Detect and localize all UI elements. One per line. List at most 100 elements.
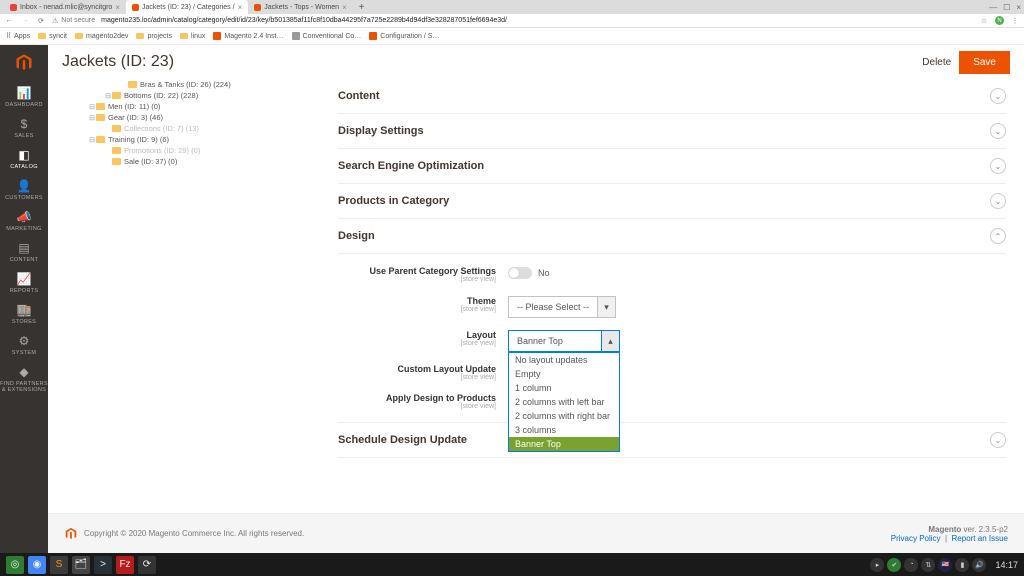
sidebar-item-stores[interactable]: 🏬STORES xyxy=(0,298,48,329)
tray-network-icon[interactable]: ⇅ xyxy=(921,558,935,572)
browser-tab-gmail[interactable]: Inbox - nenad.mlic@syncitgro × xyxy=(4,0,126,14)
tree-node[interactable]: Bras & Tanks (ID: 26) (224) xyxy=(64,79,304,90)
expand-icon[interactable]: ⌄ xyxy=(990,193,1006,209)
bookmark-folder[interactable]: magento2dev xyxy=(75,33,128,40)
save-button[interactable]: Save xyxy=(959,51,1010,74)
tree-expander-icon[interactable]: ⊟ xyxy=(104,92,112,100)
tray-icon[interactable]: ▸ xyxy=(870,558,884,572)
sidebar-item-catalog[interactable]: ◧CATALOG xyxy=(0,143,48,174)
tree-node[interactable]: ⊟Training (ID: 9) (6) xyxy=(64,134,304,145)
tray-notify-icon[interactable]: ◔ xyxy=(904,558,918,572)
use-parent-toggle[interactable]: No xyxy=(508,267,550,279)
sidebar-item-dashboard[interactable]: 📊DASHBOARD xyxy=(0,81,48,112)
expand-icon[interactable]: ⌄ xyxy=(990,88,1006,104)
close-icon[interactable]: × xyxy=(238,3,243,12)
sidebar-item-reports[interactable]: 📈REPORTS xyxy=(0,267,48,298)
launcher-chrome[interactable]: ◉ xyxy=(28,556,46,574)
close-icon[interactable]: × xyxy=(342,3,347,12)
bookmark-link[interactable]: Magento 2.4 Inst… xyxy=(213,32,283,40)
minimize-icon[interactable]: — xyxy=(989,3,997,12)
section-content[interactable]: Content ⌄ xyxy=(338,79,1006,114)
browser-tab-strip: Inbox - nenad.mlic@syncitgro × Jackets (… xyxy=(0,0,1024,14)
taskbar-clock[interactable]: 14:17 xyxy=(995,560,1018,570)
layout-option[interactable]: 1 column xyxy=(509,381,619,395)
tree-expander-icon[interactable]: ⊟ xyxy=(88,136,96,144)
tray-battery-icon[interactable]: ▮ xyxy=(955,558,969,572)
tray-shield-icon[interactable]: ✔ xyxy=(887,558,901,572)
bookmark-link[interactable]: Configuration / S… xyxy=(369,32,439,40)
category-tree[interactable]: Bras & Tanks (ID: 26) (224)⊟Bottoms (ID:… xyxy=(64,79,304,167)
launcher-filezilla[interactable]: Fz xyxy=(116,556,134,574)
bookmark-link[interactable]: Conventional Co… xyxy=(292,32,362,40)
report-issue-link[interactable]: Report an Issue xyxy=(952,534,1008,543)
browser-tab-store[interactable]: Jackets - Tops - Women × xyxy=(248,0,353,14)
section-schedule-design-update[interactable]: Schedule Design Update ⌄ xyxy=(338,422,1006,458)
layout-option[interactable]: No layout updates xyxy=(509,353,619,367)
tree-expander-icon[interactable]: ⊟ xyxy=(88,114,96,122)
collapse-icon[interactable]: ⌃ xyxy=(990,228,1006,244)
tree-node[interactable]: Collections (ID: 7) (13) xyxy=(64,123,304,134)
sidebar-item-system[interactable]: ⚙SYSTEM xyxy=(0,329,48,360)
tree-node[interactable]: Sale (ID: 37) (0) xyxy=(64,156,304,167)
new-tab-button[interactable]: + xyxy=(353,2,371,13)
delete-button[interactable]: Delete xyxy=(922,57,951,68)
menu-icon: 📊 xyxy=(0,87,48,101)
layout-option[interactable]: 3 columns xyxy=(509,423,619,437)
bookmark-folder[interactable]: syncit xyxy=(38,33,67,40)
maximize-icon[interactable]: ☐ xyxy=(1003,3,1010,12)
tree-node[interactable]: ⊟Bottoms (ID: 22) (228) xyxy=(64,90,304,101)
layout-option[interactable]: Banner Top xyxy=(509,437,619,451)
layout-option[interactable]: 2 columns with left bar xyxy=(509,395,619,409)
expand-icon[interactable]: ⌄ xyxy=(990,123,1006,139)
folder-icon xyxy=(75,33,83,39)
reload-icon[interactable]: ⟳ xyxy=(36,17,46,25)
apps-button[interactable]: ⠿ Apps xyxy=(6,32,30,40)
tray-flag-icon[interactable]: 🇺🇸 xyxy=(938,558,952,572)
folder-icon xyxy=(38,33,46,39)
sidebar-item-marketing[interactable]: 📣MARKETING xyxy=(0,205,48,236)
browser-tab-magento-admin[interactable]: Jackets (ID: 23) / Categories / × xyxy=(126,0,248,14)
magento-logo[interactable] xyxy=(12,51,36,75)
forward-icon[interactable]: → xyxy=(20,17,30,24)
section-display-settings[interactable]: Display Settings ⌄ xyxy=(338,114,1006,149)
sidebar-item-content[interactable]: ▤CONTENT xyxy=(0,236,48,267)
magento-favicon xyxy=(132,4,139,11)
launcher-terminal[interactable]: > xyxy=(94,556,112,574)
security-indicator[interactable]: ⚠ Not secure xyxy=(52,17,95,25)
tree-expander-icon[interactable]: ⊟ xyxy=(88,103,96,111)
layout-select[interactable]: Banner Top ▴ xyxy=(508,330,620,352)
tree-node[interactable]: Promotions (ID: 29) (0) xyxy=(64,145,304,156)
theme-select[interactable]: -- Please Select -- ▾ xyxy=(508,296,616,318)
bookmark-folder[interactable]: projects xyxy=(136,33,172,40)
layout-option[interactable]: Empty xyxy=(509,367,619,381)
back-icon[interactable]: ← xyxy=(4,17,14,24)
layout-option[interactable]: 2 columns with right bar xyxy=(509,409,619,423)
privacy-link[interactable]: Privacy Policy xyxy=(891,534,941,543)
launcher-files[interactable]: 🗂 xyxy=(72,556,90,574)
close-icon[interactable]: × xyxy=(115,3,120,12)
launcher-mint-menu[interactable]: ◎ xyxy=(6,556,24,574)
design-panel: Use Parent Category Settings [store view… xyxy=(338,254,1006,416)
section-design[interactable]: Design ⌃ xyxy=(338,219,1006,254)
launcher-sublime[interactable]: S xyxy=(50,556,68,574)
launcher-updates[interactable]: ⟳ xyxy=(138,556,156,574)
expand-icon[interactable]: ⌄ xyxy=(990,158,1006,174)
sidebar-item-find-partners-extensions[interactable]: ◆FIND PARTNERS & EXTENSIONS xyxy=(0,360,48,397)
section-products-in-category[interactable]: Products in Category ⌄ xyxy=(338,184,1006,219)
layout-dropdown: No layout updatesEmpty1 column2 columns … xyxy=(508,352,620,452)
magento-icon xyxy=(369,32,377,40)
expand-icon[interactable]: ⌄ xyxy=(990,432,1006,448)
address-input[interactable]: magento235.loc/admin/catalog/category/ed… xyxy=(101,17,973,24)
close-window-icon[interactable]: × xyxy=(1016,3,1021,12)
sidebar-item-customers[interactable]: 👤CUSTOMERS xyxy=(0,174,48,205)
window-controls: — ☐ × xyxy=(989,0,1021,14)
bookmark-star-icon[interactable]: ☆ xyxy=(979,17,989,25)
tray-volume-icon[interactable]: 🔊 xyxy=(972,558,986,572)
sidebar-item-sales[interactable]: $SALES xyxy=(0,112,48,143)
tree-node[interactable]: ⊟Men (ID: 11) (0) xyxy=(64,101,304,112)
browser-menu-icon[interactable]: ⋮ xyxy=(1010,17,1020,25)
section-seo[interactable]: Search Engine Optimization ⌄ xyxy=(338,149,1006,184)
profile-avatar[interactable]: N xyxy=(995,16,1004,25)
tree-node[interactable]: ⊟Gear (ID: 3) (46) xyxy=(64,112,304,123)
bookmark-folder[interactable]: linux xyxy=(180,33,205,40)
